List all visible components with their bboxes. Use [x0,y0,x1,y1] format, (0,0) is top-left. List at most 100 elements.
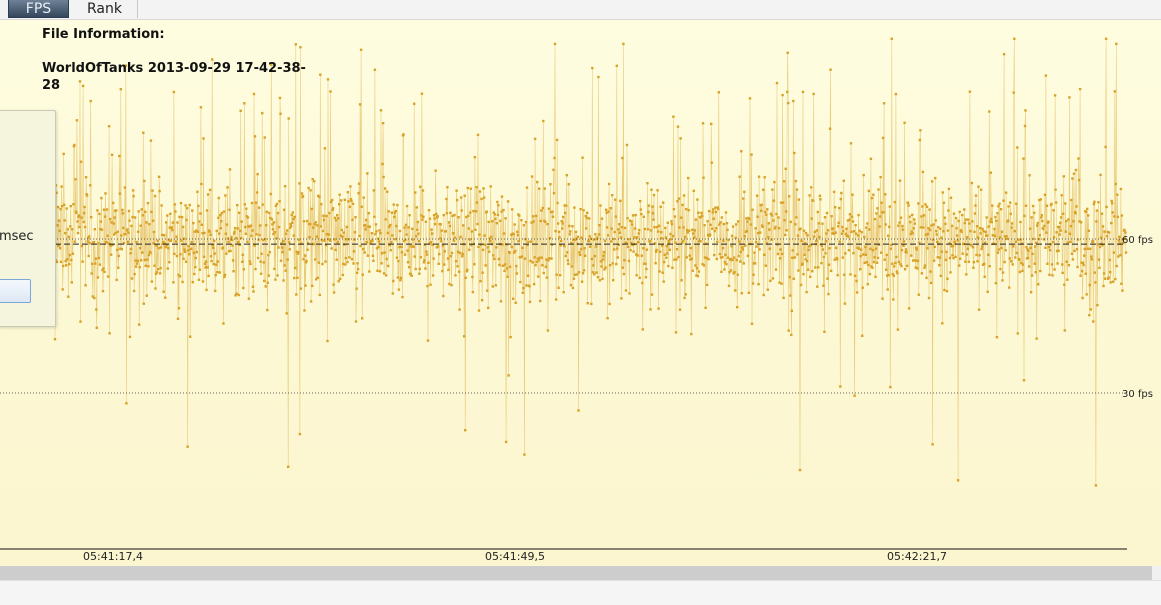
fps-point [464,429,467,432]
fps-point [77,214,81,217]
fps-point [415,235,418,238]
fps-point [598,224,601,227]
fps-point [278,96,282,100]
fps-point [352,262,355,265]
fps-point [528,300,532,304]
fps-point [401,295,404,299]
fps-point [542,271,545,275]
fps-point [1100,212,1104,215]
fps-point [192,251,195,255]
fps-point [125,402,128,405]
fps-point [673,258,676,261]
fps-point [680,279,683,282]
fps-point [839,385,842,388]
fps-point [481,248,485,252]
fps-point [768,228,771,231]
fps-point [1119,187,1123,191]
apply-button[interactable] [0,279,31,303]
fps-point [245,207,248,210]
fps-point [57,219,61,222]
fps-point [171,221,175,224]
fps-point [126,240,130,243]
fps-point [267,253,270,257]
fps-point [862,173,865,177]
fps-point [681,239,685,243]
fps-point [334,219,338,222]
fps-point [457,216,460,219]
fps-point [212,246,215,250]
fps-point [997,205,1000,208]
fps-point [742,197,745,200]
fps-point [885,268,888,271]
fps-point [731,225,735,228]
fps-point [785,229,788,232]
fps-point [581,272,585,275]
fps-point [723,268,726,271]
fps-point [209,233,212,236]
fps-point [776,252,780,256]
fps-point [662,201,665,204]
fps-point [79,320,82,323]
fps-point [494,284,497,287]
fps-point [555,273,558,276]
fps-point [838,240,841,243]
fps-point [859,254,862,258]
fps-point [619,236,623,239]
fps-point [971,220,974,223]
fps-point [637,241,640,244]
x-tick-label: 05:41:17,4 [83,550,143,563]
fps-point [469,211,472,214]
fps-point [946,277,949,280]
fps-point [684,235,687,239]
fps-point [108,217,112,221]
fps-point [407,226,410,229]
fps-point [418,267,421,271]
fps-point [138,323,141,326]
fps-point [848,213,852,216]
fps-point [546,222,549,226]
fps-point [80,244,84,248]
fps-point [974,194,978,197]
horizontal-scrollbar[interactable] [0,566,1152,580]
fps-point [931,443,934,446]
fps-point [397,288,401,291]
fps-point [1036,221,1039,225]
fps-point [387,210,390,213]
fps-point [966,247,969,251]
fps-point [754,241,758,244]
fps-point [1014,240,1017,243]
fps-point [1058,226,1061,229]
tab-fps[interactable]: FPS [8,0,69,18]
fps-point [834,206,837,209]
fps-point [305,259,308,263]
fps-point [779,248,782,251]
fps-point [903,121,906,124]
fps-point [241,253,244,256]
fps-point [129,252,132,255]
fps-point [341,235,344,238]
fps-point [223,273,227,277]
fps-point [1109,270,1112,274]
fps-point [849,273,852,276]
fps-point [436,215,439,218]
fps-point [832,232,835,235]
fps-point [746,220,749,223]
fps-point [730,234,734,238]
fps-point [856,234,860,237]
fps-point [913,222,916,225]
fps-point [278,200,281,203]
fps-point [219,227,222,230]
fps-point [645,248,649,251]
fps-point [934,176,937,180]
fps-point [312,226,315,229]
fps-point [213,239,216,243]
fps-point [225,223,229,226]
tab-rank[interactable]: Rank [72,0,138,18]
fps-point [819,198,822,201]
fps-point [983,275,986,278]
fps-point [815,239,818,243]
fps-point [63,219,66,222]
fps-point [825,211,829,215]
fps-point [1064,230,1067,233]
fps-point [793,256,797,259]
